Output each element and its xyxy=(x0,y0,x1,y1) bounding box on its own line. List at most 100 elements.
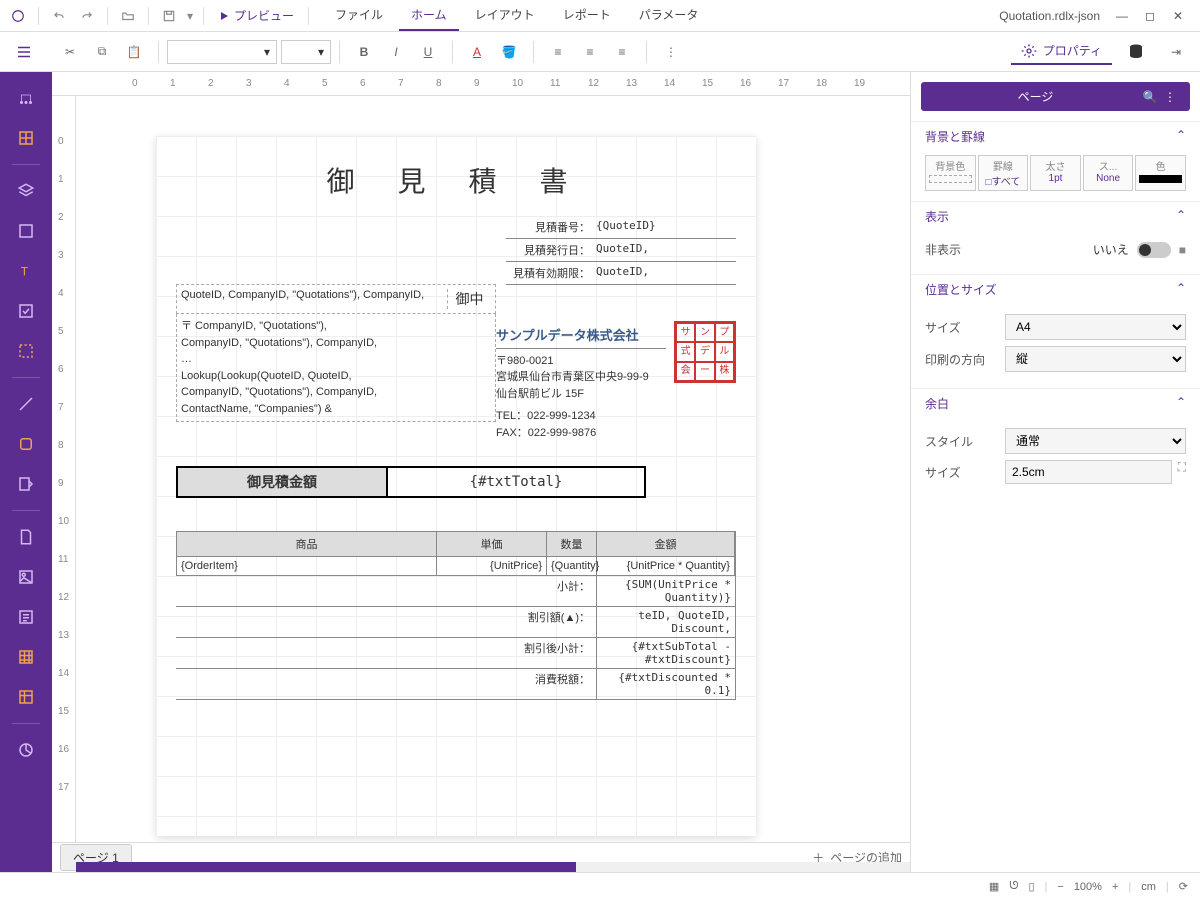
menu-report[interactable]: レポート xyxy=(551,0,623,31)
seller-zip: 〒980-0021 xyxy=(496,353,666,370)
style-cell[interactable]: ス...None xyxy=(1083,155,1134,191)
meta-value[interactable]: {QuoteID} xyxy=(596,219,736,235)
tool-image-icon[interactable] xyxy=(8,559,44,595)
hamburger-icon[interactable] xyxy=(8,36,40,68)
save-dropdown-icon[interactable]: ▾ xyxy=(183,2,197,30)
unit-label[interactable]: cm xyxy=(1141,881,1156,893)
zoom-level: 100% xyxy=(1074,881,1102,893)
orientation-select[interactable]: 縦 xyxy=(1005,346,1186,372)
border-cell[interactable]: 罫線□すべて xyxy=(978,155,1029,191)
seller-block[interactable]: サンプルデータ株式会社 〒980-0021 宮城県仙台市青葉区中央9-99-9 … xyxy=(496,326,666,441)
undo-icon[interactable] xyxy=(45,2,73,30)
zoom-out-icon[interactable]: − xyxy=(1057,881,1063,893)
meta-value[interactable]: QuoteID, xyxy=(596,242,736,258)
tool-layer-icon[interactable] xyxy=(8,173,44,209)
prop-label: スタイル xyxy=(925,433,1005,450)
tool-checkbox-icon[interactable] xyxy=(8,293,44,329)
tool-document-icon[interactable] xyxy=(8,519,44,555)
minimize-icon[interactable]: — xyxy=(1112,9,1132,23)
expand-icon[interactable]: ⛶ xyxy=(1178,460,1186,484)
datasource-icon[interactable] xyxy=(1120,36,1152,68)
width-cell[interactable]: 太さ1pt xyxy=(1030,155,1081,191)
menu-home[interactable]: ホーム xyxy=(399,0,459,31)
preview-button[interactable]: プレビュー xyxy=(210,3,302,28)
font-family-select[interactable]: ▾ xyxy=(167,40,277,64)
properties-tab[interactable]: プロパティ xyxy=(1011,38,1112,65)
margin-size-input[interactable] xyxy=(1005,460,1172,484)
fill-color-icon[interactable]: 🪣 xyxy=(493,36,525,68)
snap-icon[interactable]: ᘎ xyxy=(1009,880,1018,893)
section-display[interactable]: 表示⌃ xyxy=(911,201,1200,231)
sum-label: 小計： xyxy=(176,576,596,606)
underline-icon[interactable]: U xyxy=(412,36,444,68)
bold-icon[interactable]: B xyxy=(348,36,380,68)
section-position[interactable]: 位置とサイズ⌃ xyxy=(911,274,1200,304)
tool-subreport-icon[interactable] xyxy=(8,466,44,502)
paste-icon[interactable]: 📋 xyxy=(118,36,150,68)
tool-data-icon[interactable] xyxy=(8,80,44,116)
italic-icon[interactable]: I xyxy=(380,36,412,68)
menu-layout[interactable]: レイアウト xyxy=(463,0,547,31)
cut-icon[interactable]: ✂ xyxy=(54,36,86,68)
panel-toggle-icon[interactable]: ⇥ xyxy=(1160,36,1192,68)
prop-label: 印刷の方向 xyxy=(925,351,1005,368)
grid-icon[interactable]: ▦ xyxy=(989,880,999,893)
align-left-icon[interactable]: ≡ xyxy=(542,36,574,68)
design-canvas[interactable]: 御 見 積 書 見積番号：{QuoteID} 見積発行日：QuoteID, 見積… xyxy=(76,96,910,842)
section-background[interactable]: 背景と罫線⌃ xyxy=(911,121,1200,151)
hidden-toggle[interactable] xyxy=(1137,242,1171,258)
tool-text-icon[interactable]: T xyxy=(8,253,44,289)
zoom-in-icon[interactable]: + xyxy=(1112,881,1118,893)
tool-chart-icon[interactable] xyxy=(8,732,44,768)
copy-icon[interactable]: ⧉ xyxy=(86,36,118,68)
seller-tel: TEL：022-999-1234 xyxy=(496,408,666,425)
meta-value[interactable]: QuoteID, xyxy=(596,265,736,281)
font-size-select[interactable]: ▾ xyxy=(281,40,331,64)
items-table[interactable]: 商品 単価 数量 金額 {OrderItem} {UnitPrice} {Qua… xyxy=(176,531,736,700)
menu-params[interactable]: パラメータ xyxy=(627,0,711,31)
save-icon[interactable] xyxy=(155,2,183,30)
close-icon[interactable]: ✕ xyxy=(1168,9,1188,23)
company-seal[interactable]: サンプ 式デル 会ー株 xyxy=(674,321,736,383)
app-logo-icon[interactable] xyxy=(4,2,32,30)
sum-value: {#txtDiscounted * 0.1} xyxy=(596,669,736,699)
tool-line-icon[interactable] xyxy=(8,386,44,422)
tool-matrix-icon[interactable] xyxy=(8,679,44,715)
meta-label: 見積発行日： xyxy=(506,242,596,258)
report-heading[interactable]: 御 見 積 書 xyxy=(156,160,756,200)
page-size-select[interactable]: A4 xyxy=(1005,314,1186,340)
open-icon[interactable] xyxy=(114,2,142,30)
color-cell[interactable]: 色 xyxy=(1135,155,1186,191)
more-icon[interactable]: ⋮ xyxy=(655,36,687,68)
table-row[interactable]: {OrderItem} {UnitPrice} {Quantity} {Unit… xyxy=(176,557,736,576)
tool-shape-icon[interactable] xyxy=(8,426,44,462)
recipient-block[interactable]: QuoteID, CompanyID, "Quotations"), Compa… xyxy=(176,284,496,422)
total-box[interactable]: 御見積金額 {#txtTotal} xyxy=(176,466,646,498)
margin-style-select[interactable]: 通常 xyxy=(1005,428,1186,454)
section-margin[interactable]: 余白⌃ xyxy=(911,388,1200,418)
tool-list-icon[interactable] xyxy=(8,213,44,249)
align-right-icon[interactable]: ≡ xyxy=(606,36,638,68)
menu-file[interactable]: ファイル xyxy=(323,0,395,31)
tool-richtext-icon[interactable] xyxy=(8,599,44,635)
total-value: {#txtTotal} xyxy=(388,468,644,496)
align-center-icon[interactable]: ≡ xyxy=(574,36,606,68)
tool-container-icon[interactable] xyxy=(8,333,44,369)
report-page[interactable]: 御 見 積 書 見積番号：{QuoteID} 見積発行日：QuoteID, 見積… xyxy=(156,136,756,836)
recipient-address: 〒 CompanyID, "Quotations"), CompanyID, "… xyxy=(176,314,496,422)
tool-tablix-icon[interactable] xyxy=(8,120,44,156)
more-icon[interactable]: ⋮ xyxy=(1160,90,1180,104)
sum-label: 割引額(▲)： xyxy=(176,607,596,637)
refresh-icon[interactable]: ⟳ xyxy=(1179,880,1188,893)
search-icon[interactable]: 🔍 xyxy=(1140,90,1160,104)
main-area: T 012345678910111213141516171819 0123456… xyxy=(0,72,1200,872)
maximize-icon[interactable]: ◻ xyxy=(1140,9,1160,23)
guides-icon[interactable]: ▯ xyxy=(1028,880,1034,893)
font-color-icon[interactable]: A xyxy=(461,36,493,68)
horizontal-scrollbar[interactable] xyxy=(76,862,910,872)
seller-name: サンプルデータ株式会社 xyxy=(496,326,666,349)
tool-table-icon[interactable] xyxy=(8,639,44,675)
redo-icon[interactable] xyxy=(73,2,101,30)
fx-icon[interactable]: ■ xyxy=(1179,243,1186,257)
bg-color-cell[interactable]: 背景色 xyxy=(925,155,976,191)
